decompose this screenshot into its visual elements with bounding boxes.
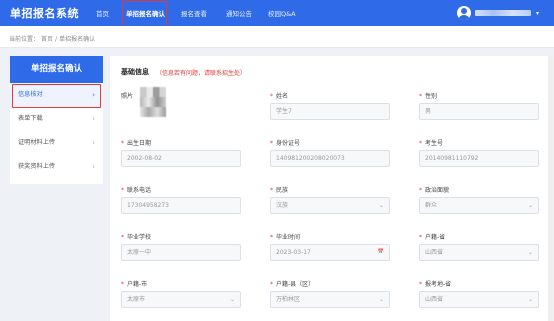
breadcrumb: 当前位置： 首页 / 单招报名确认 (0, 26, 554, 48)
political-status-select[interactable]: 群众 ⌄ (419, 197, 539, 214)
school-field[interactable]: 太原一中 (121, 244, 241, 261)
label-hukou-province: * 户籍-省 (419, 234, 446, 241)
username-blurred[interactable] (475, 10, 531, 16)
chevron-down-icon: ⌄ (527, 249, 533, 256)
name-field[interactable]: 学生7 (270, 103, 390, 120)
label-id-no: * 身份证号 (270, 140, 301, 147)
chevron-right-icon: › (92, 115, 95, 123)
gender-field[interactable]: 男 (419, 103, 539, 120)
label-name: * 姓名 (270, 93, 289, 100)
birth-date-field[interactable]: 2002-08-02 (121, 150, 241, 167)
label-photo: 照片 (121, 93, 134, 100)
nav-enroll-view[interactable]: 报名查看 (181, 8, 207, 18)
top-navbar: 单招报名系统 首页 单招报名确认 报名查看 通知公告 校园Q&A ▾ (0, 0, 554, 26)
phone-field[interactable]: 17304958273 (121, 197, 241, 214)
section-tip: （信息若有问题，请联系招生处） (156, 70, 247, 77)
breadcrumb-home[interactable]: 首页 (41, 36, 53, 43)
calendar-icon: 📅 (377, 249, 384, 255)
sidebar-item-proof-upload[interactable]: 证明材料上传 › (10, 131, 103, 155)
chevron-down-icon: ⌄ (527, 296, 533, 303)
label-political: * 政治面貌 (419, 187, 450, 194)
sidebar-item-form-download[interactable]: 表单下载 › (10, 107, 103, 131)
brand-title: 单招报名系统 (10, 7, 79, 20)
chevron-down-icon: ⌄ (527, 202, 533, 209)
section-title: 基础信息 (121, 68, 149, 76)
chevron-down-icon: ⌄ (229, 296, 235, 303)
exam-province-select[interactable]: 山西省 ⌄ (419, 291, 539, 308)
nav-highlight-box (122, 1, 167, 28)
scrollbar[interactable] (548, 56, 554, 321)
nav-campus-qa[interactable]: 校园Q&A (268, 8, 296, 18)
label-phone: * 联系电话 (121, 187, 152, 194)
student-photo-blurred (140, 87, 166, 117)
caret-down-icon[interactable]: ▾ (536, 10, 539, 17)
label-school: * 毕业学校 (121, 234, 152, 241)
hukou-district-select[interactable]: 万柏林区 ⌄ (270, 291, 390, 308)
breadcrumb-prefix: 当前位置： (9, 36, 40, 43)
main-panel: 基础信息 （信息若有问题，请联系招生处） (110, 56, 554, 321)
hukou-province-select[interactable]: 山西省 ⌄ (419, 244, 539, 261)
graduation-date-picker[interactable]: 2023-03-17 📅 (270, 244, 390, 261)
sidebar: 单招报名确认 信息核对 › 表单下载 › 证明材料上传 › 获奖资料上传 › (10, 56, 103, 184)
sidebar-title: 单招报名确认 (10, 56, 103, 83)
sidebar-item-award-upload[interactable]: 获奖资料上传 › (10, 155, 103, 179)
label-grad-time: * 毕业时间 (270, 234, 301, 241)
label-ethnic: * 民族 (270, 187, 289, 194)
sidebar-item-label: 证明材料上传 (18, 139, 56, 146)
nav-notices[interactable]: 通知公告 (226, 8, 252, 18)
avatar-icon[interactable] (457, 6, 471, 20)
chevron-down-icon: ⌄ (378, 296, 384, 303)
sidebar-item-label: 表单下载 (18, 115, 43, 122)
chevron-right-icon: › (92, 139, 95, 147)
exam-number-field[interactable]: 20140981110792 (419, 150, 539, 167)
label-exam-no: * 考生号 (419, 140, 444, 147)
chevron-right-icon: › (92, 163, 95, 171)
label-gender: * 性别 (419, 93, 438, 100)
breadcrumb-separator: / (55, 36, 58, 43)
label-exam-province: * 报考地-省 (419, 281, 452, 288)
nav-home[interactable]: 首页 (96, 8, 109, 18)
ethnic-select[interactable]: 汉族 ⌄ (270, 197, 390, 214)
breadcrumb-current: 单招报名确认 (59, 36, 96, 43)
id-number-field[interactable]: 140981200208020073 (270, 150, 390, 167)
label-hukou-district: * 户籍-县（区） (270, 281, 315, 288)
sidebar-highlight-box (12, 84, 101, 108)
chevron-down-icon: ⌄ (378, 202, 384, 209)
label-birth: * 出生日期 (121, 140, 152, 147)
label-hukou-city: * 户籍-市 (121, 281, 148, 288)
sidebar-item-label: 获奖资料上传 (18, 163, 56, 170)
hukou-city-select[interactable]: 太原市 ⌄ (121, 291, 241, 308)
